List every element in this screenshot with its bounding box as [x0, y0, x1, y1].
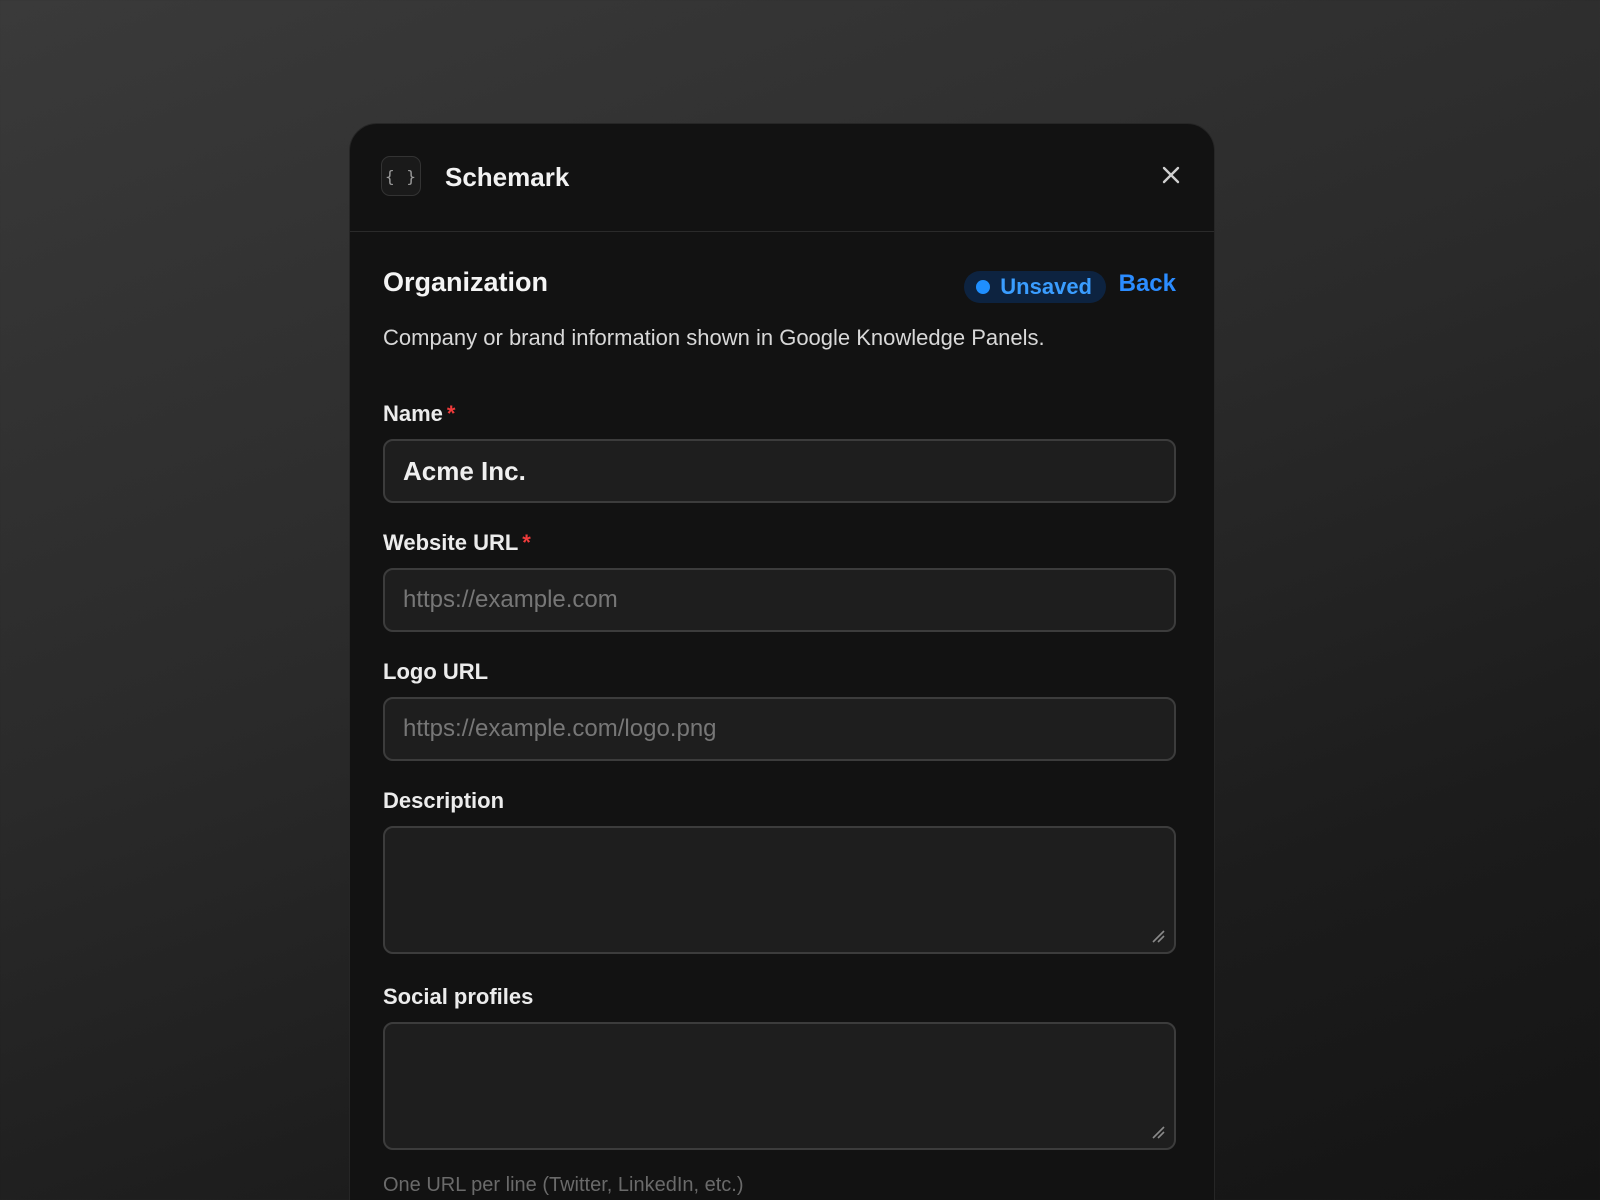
- status-dot-icon: [976, 280, 991, 294]
- section-header: Organization Unsaved Back: [383, 232, 1176, 304]
- required-marker: *: [446, 401, 456, 426]
- name-input[interactable]: [383, 439, 1176, 503]
- social-field: Social profiles One URL per line (Twitte…: [383, 984, 1176, 1197]
- status-text: Unsaved: [1000, 274, 1092, 299]
- name-label-text: Name: [383, 401, 443, 426]
- social-hint: One URL per line (Twitter, LinkedIn, etc…: [383, 1174, 744, 1196]
- logo-field: Logo URL: [383, 659, 1176, 761]
- app-title: Schemark: [445, 162, 570, 192]
- section-description: Company or brand information shown in Go…: [383, 325, 1045, 350]
- website-url-input[interactable]: [383, 568, 1176, 632]
- logo-label: Logo URL: [383, 659, 489, 684]
- close-button[interactable]: [1156, 160, 1186, 190]
- schemark-panel: { } Schemark Organization Unsaved Back C…: [349, 123, 1215, 1200]
- social-wrap: [383, 1022, 1176, 1150]
- social-profiles-textarea[interactable]: [383, 1022, 1176, 1150]
- name-label: Name *: [383, 401, 1176, 427]
- status-badge: Unsaved: [964, 271, 1106, 303]
- name-field: Name *: [383, 401, 1176, 503]
- logo-url-input[interactable]: [383, 697, 1176, 761]
- resize-handle-icon[interactable]: [1148, 926, 1166, 944]
- close-icon: [1162, 166, 1180, 184]
- curly-braces-icon: { }: [381, 156, 421, 196]
- description-field: Description: [383, 788, 1176, 954]
- description-wrap: [383, 826, 1176, 954]
- resize-handle-icon[interactable]: [1148, 1122, 1166, 1140]
- description-label: Description: [383, 788, 505, 813]
- required-marker: *: [522, 530, 531, 555]
- panel-header: { } Schemark: [350, 124, 1214, 232]
- website-label-text: Website URL: [383, 530, 519, 555]
- section-title: Organization: [383, 267, 549, 297]
- website-field: Website URL *: [383, 530, 1176, 632]
- back-link[interactable]: Back: [1119, 270, 1176, 298]
- form-content: Organization Unsaved Back Company or bra…: [383, 232, 1176, 1197]
- website-label: Website URL *: [383, 530, 1176, 556]
- social-label: Social profiles: [383, 984, 534, 1009]
- description-textarea[interactable]: [383, 826, 1176, 954]
